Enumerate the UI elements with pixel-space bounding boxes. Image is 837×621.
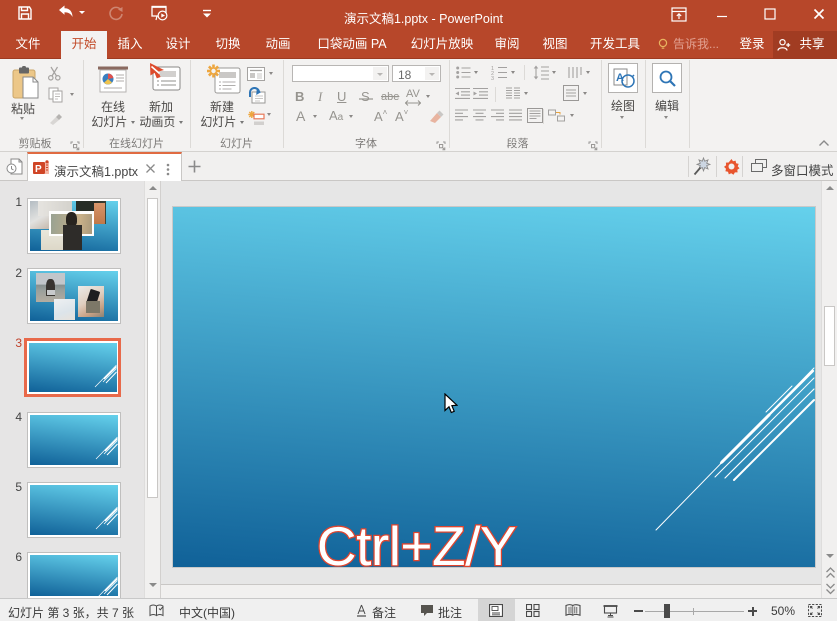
- svg-text:P: P: [35, 164, 42, 175]
- svg-text:3: 3: [491, 76, 494, 80]
